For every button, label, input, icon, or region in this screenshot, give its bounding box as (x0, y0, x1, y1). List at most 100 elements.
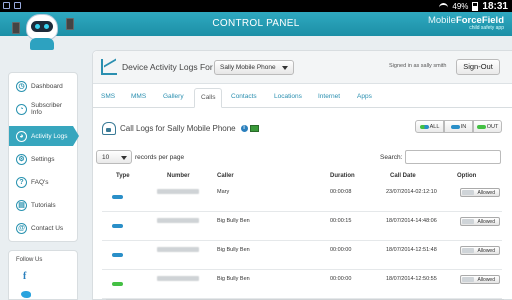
telephone-icon (102, 121, 116, 135)
tab-locations[interactable]: Locations (274, 93, 302, 100)
sidebar-item-label: FAQ's (31, 178, 49, 186)
wifi-icon (439, 3, 449, 10)
battery-icon (472, 2, 479, 11)
records-per-page-select[interactable]: 10 (96, 150, 132, 164)
filter-out-button[interactable]: OUT (473, 120, 502, 133)
notification-icon (14, 2, 21, 9)
table-row: Big Bully Ben 00:00:15 18/07/2014-14:48:… (102, 213, 502, 241)
notification-icons (3, 2, 21, 9)
sidebar-item-label: Activity Logs (31, 132, 68, 140)
outgoing-call-icon (476, 124, 486, 129)
twitter-icon[interactable] (21, 291, 31, 298)
sidebar-item-settings[interactable]: ⚙ Settings (9, 149, 79, 169)
status-indicators: 49% 18:31 (439, 1, 508, 12)
call-duration: 00:00:15 (330, 218, 352, 224)
tab-calls[interactable]: Calls (194, 88, 223, 108)
table-row: Big Bully Ben 00:00:00 18/07/2014-12:50:… (102, 271, 502, 299)
sidebar-item-tutorials[interactable]: ▤ Tutorials (9, 195, 79, 215)
tutorials-icon: ▤ (16, 199, 27, 211)
activity-logs-icon: ◕ (16, 130, 27, 142)
follow-us-label: Follow Us (16, 257, 43, 263)
column-option[interactable]: Option (457, 173, 476, 179)
call-date: 18/07/2014-14:48:06 (386, 218, 437, 224)
brand-name-light: Mobile (427, 15, 456, 26)
call-logs-title: Call Logs for Sally Mobile Phone (120, 123, 236, 133)
phone-icon (12, 22, 20, 34)
tab-gallery[interactable]: Gallery (163, 93, 184, 100)
redacted-number (157, 218, 199, 223)
notification-icon (3, 2, 10, 9)
caller-name: Big Bully Ben (217, 247, 250, 253)
sidebar-item-label: Settings (31, 155, 55, 163)
facebook-icon[interactable]: f (23, 271, 26, 282)
sidebar-item-label: Tutorials (31, 201, 56, 209)
sign-out-button[interactable]: Sign-Out (456, 59, 500, 75)
sidebar-item-dashboard[interactable]: ◷ Dashboard (9, 76, 79, 96)
call-duration: 00:00:00 (330, 276, 352, 282)
gear-icon: ⚙ (16, 153, 27, 165)
sidebar-item-label: Dashboard (31, 82, 63, 90)
column-type[interactable]: Type (116, 173, 130, 179)
clock: 18:31 (482, 1, 508, 12)
info-icon[interactable]: i (240, 124, 248, 132)
incoming-call-icon (450, 124, 460, 129)
signed-in-text: Signed in as sally smith (389, 63, 447, 69)
column-number[interactable]: Number (167, 173, 190, 179)
allow-toggle[interactable]: Allowed (460, 217, 500, 226)
device-logs-label: Device Activity Logs For (122, 62, 213, 72)
table-row: Big Bully Ben 00:00:00 18/07/2014-12:51:… (102, 242, 502, 270)
column-caller[interactable]: Caller (217, 173, 234, 179)
records-per-page: 10 records per page (96, 150, 184, 164)
sidebar-nav: ◷ Dashboard ◔ Subscriber Info ◕ Activity… (8, 72, 79, 242)
sidebar-item-activity-logs[interactable]: ◕ Activity Logs (9, 126, 79, 146)
search-label: Search: (380, 153, 403, 161)
tab-contacts[interactable]: Contacts (231, 93, 257, 100)
battery-percent: 49% (452, 2, 469, 11)
records-per-page-label: records per page (135, 153, 185, 161)
table-header: Type Number Caller Duration Call Date Op… (93, 170, 512, 184)
log-tabs: SMS MMS Gallery Calls Contacts Locations… (93, 88, 512, 108)
allow-toggle[interactable]: Allowed (460, 188, 500, 197)
call-duration: 00:00:00 (330, 247, 352, 253)
call-date: 18/07/2014-12:50:55 (386, 276, 437, 282)
activity-chart-icon (101, 59, 117, 75)
sidebar-item-faqs[interactable]: ? FAQ's (9, 172, 79, 192)
redacted-number (157, 189, 199, 194)
call-filter-group: ALL IN OUT (415, 120, 502, 133)
column-duration[interactable]: Duration (330, 173, 355, 179)
follow-us-panel: Follow Us f (8, 250, 78, 300)
table-row: Mary 00:00:08 23/07/2014-02:12:10 Allowe… (102, 184, 502, 212)
call-logs-header: Call Logs for Sally Mobile Phone i (102, 121, 259, 135)
column-call-date[interactable]: Call Date (390, 173, 416, 179)
call-date: 23/07/2014-02:12:10 (386, 189, 437, 195)
tab-mms[interactable]: MMS (131, 93, 146, 100)
subscriber-icon: ◔ (16, 103, 27, 115)
search-input[interactable] (405, 150, 502, 164)
tab-sms[interactable]: SMS (101, 93, 115, 100)
outgoing-call-icon (112, 282, 123, 286)
status-bar: 49% 18:31 (0, 0, 512, 12)
device-select[interactable]: Sally Mobile Phone (214, 60, 294, 75)
tab-internet[interactable]: Internet (318, 93, 340, 100)
all-calls-icon (419, 124, 429, 129)
question-icon: ? (16, 176, 27, 188)
sidebar-item-subscriber-info[interactable]: ◔ Subscriber Info (9, 98, 79, 120)
robot-head (26, 14, 58, 40)
incoming-call-icon (112, 224, 123, 228)
tablet-icon (66, 18, 74, 30)
video-tutorial-icon[interactable] (249, 124, 259, 132)
redacted-number (157, 247, 199, 252)
brand-logo: MobileForceField child safety app (428, 15, 504, 31)
allow-toggle[interactable]: Allowed (460, 275, 500, 284)
filter-all-button[interactable]: ALL (415, 120, 444, 133)
tab-apps[interactable]: Apps (357, 93, 372, 100)
filter-in-button[interactable]: IN (444, 120, 473, 133)
sidebar-item-contact-us[interactable]: @ Contact Us (9, 218, 79, 238)
call-date: 18/07/2014-12:51:48 (386, 247, 437, 253)
incoming-call-icon (112, 195, 123, 199)
dashboard-icon: ◷ (16, 80, 27, 92)
robot-body (30, 38, 54, 50)
caller-name: Big Bully Ben (217, 276, 250, 282)
allow-toggle[interactable]: Allowed (460, 246, 500, 255)
sidebar-item-label: Subscriber Info (31, 102, 63, 116)
